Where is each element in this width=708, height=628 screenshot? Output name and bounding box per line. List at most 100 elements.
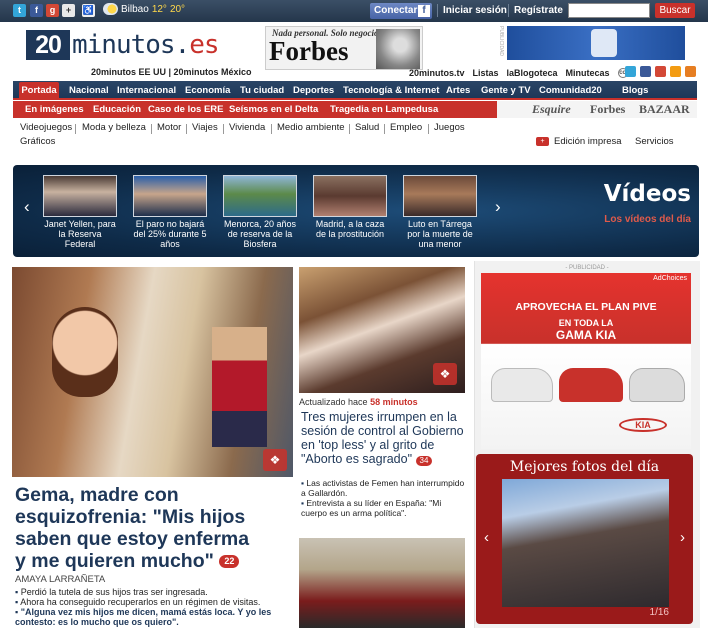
ad-line: EN TODA LA [558, 318, 614, 328]
connect-button[interactable]: Conectar f [370, 3, 432, 19]
feed-icon[interactable] [685, 66, 696, 77]
photo-of-the-day[interactable] [502, 479, 669, 607]
nav-gente-tv[interactable]: Gente y TV [481, 85, 531, 96]
gallery-icon[interactable]: ❖ [433, 363, 457, 385]
plus-icon[interactable]: + [62, 4, 75, 17]
chevron-left-icon[interactable]: ‹ [484, 529, 489, 546]
section-juegos[interactable]: Juegos [434, 122, 465, 133]
best-photos-widget: Mejores fotos del día ‹ › 1/16 [476, 454, 693, 624]
gallery-icon[interactable]: ❖ [263, 449, 287, 471]
chevron-left-icon[interactable]: ‹ [24, 197, 30, 217]
videos-strip: ‹ Janet Yellen, para la Reserva Federal … [13, 165, 699, 257]
topic-educacion[interactable]: Educación [93, 104, 141, 115]
chevron-right-icon[interactable]: › [680, 529, 685, 546]
nav-internacional[interactable]: Internacional [117, 85, 176, 96]
mid-headline[interactable]: Tres mujeres irrumpen en la sesión de co… [301, 410, 464, 466]
video-item[interactable]: El paro no bajará del 25% durante 5 años [133, 175, 207, 249]
twitter-icon[interactable]: t [13, 4, 26, 17]
search-button[interactable]: Buscar [655, 3, 695, 18]
car-image [491, 368, 553, 402]
video-thumbnail [403, 175, 477, 217]
video-item[interactable]: Janet Yellen, para la Reserva Federal [43, 175, 117, 249]
link-lablogoteca[interactable]: laBlogoteca [507, 68, 558, 78]
link-listas[interactable]: Listas [473, 68, 499, 78]
lead-headline[interactable]: Gema, madre con esquizofrenia: "Mis hijo… [15, 484, 265, 572]
comment-count-badge[interactable]: 34 [415, 456, 433, 466]
main-nav: Portada Nacional Internacional Economía … [13, 81, 697, 100]
car-image [559, 368, 623, 402]
section-vivienda[interactable]: Vivienda [229, 122, 265, 133]
search-input[interactable] [568, 3, 650, 18]
forbes-ad[interactable]: Nada personal. Solo negocios Forbes [265, 26, 423, 70]
section-medio-ambiente[interactable]: Medio ambiente [277, 122, 345, 133]
connect-label: Conectar [374, 5, 418, 16]
edition-links[interactable]: 20minutos EE UU | 20minutos México [91, 67, 252, 77]
section-salud[interactable]: Salud [355, 122, 379, 133]
register-link[interactable]: Regístrate [514, 5, 563, 16]
services-link[interactable]: Servicios [635, 136, 674, 147]
weather-widget[interactable]: Bilbao 12° 20° [103, 3, 185, 15]
link-minutecas[interactable]: Minutecas [566, 68, 610, 78]
google-plus-icon[interactable]: g [46, 4, 59, 17]
section-moda[interactable]: Moda y belleza [82, 122, 146, 133]
section-motor[interactable]: Motor [157, 122, 181, 133]
lead-story-image[interactable]: ❖ [12, 267, 293, 477]
photo-subject [52, 307, 118, 397]
mid-story-image[interactable]: ❖ [299, 267, 465, 393]
ad-label: - PUBLICIDAD - [565, 265, 609, 271]
facebook-icon[interactable] [640, 66, 651, 77]
nav-tecnologia[interactable]: Tecnología & Internet [343, 85, 439, 96]
nav-tu-ciudad[interactable]: Tu ciudad [240, 85, 284, 96]
accessibility-icon[interactable]: ♿ [82, 4, 95, 17]
brand-esquire[interactable]: Esquire [532, 102, 571, 117]
section-videojuegos[interactable]: Videojuegos [20, 122, 72, 133]
rss-icon[interactable] [670, 66, 681, 77]
twitter-icon[interactable] [625, 66, 636, 77]
nav-nacional[interactable]: Nacional [69, 85, 109, 96]
mid-bullet[interactable]: Las activistas de Femen han interrumpido… [301, 478, 466, 498]
ad-choices-link[interactable]: AdChoices [653, 275, 687, 282]
nav-portada[interactable]: Portada [19, 82, 59, 100]
mid-bullet[interactable]: Entrevista a su líder en España: "Mi cue… [301, 498, 466, 518]
google-plus-icon[interactable] [655, 66, 666, 77]
nav-deportes[interactable]: Deportes [293, 85, 334, 96]
videos-title[interactable]: Vídeos [604, 181, 691, 207]
brand-forbes[interactable]: Forbes [590, 102, 625, 117]
lead-author: Amaya Larrañeta [15, 574, 106, 585]
facebook-icon[interactable]: f [30, 4, 43, 17]
nav-economia[interactable]: Economía [185, 85, 230, 96]
site-logo[interactable]: 20 minutos.es [26, 30, 220, 60]
video-item[interactable]: Madrid, a la caza de la prostitución [313, 175, 387, 239]
videos-subtitle: Los vídeos del día [604, 214, 691, 225]
print-edition-link[interactable]: + Edición impresa [536, 136, 622, 147]
comment-count-badge[interactable]: 22 [219, 555, 240, 569]
nav-blogs[interactable]: Blogs [622, 85, 648, 96]
kia-logo: KIA [619, 418, 667, 432]
nav-comunidad20[interactable]: Comunidad20 [539, 85, 602, 96]
login-link[interactable]: Iniciar sesión [443, 5, 507, 16]
section-viajes[interactable]: Viajes [192, 122, 218, 133]
section-graficos[interactable]: Gráficos [20, 136, 55, 147]
section-empleo[interactable]: Empleo [390, 122, 422, 133]
topic-lampedusa[interactable]: Tragedia en Lampedusa [330, 104, 438, 115]
second-story-image[interactable] [299, 538, 465, 628]
photos-title[interactable]: Mejores fotos del día [476, 459, 693, 475]
video-item[interactable]: Menorca, 20 años de reserva de la Biosfe… [223, 175, 297, 249]
video-item[interactable]: Luto en Tárrega por la muerte de una men… [403, 175, 477, 249]
updated-time: Actualizado hace 58 minutos [299, 397, 418, 407]
topic-seismos[interactable]: Seísmos en el Delta [229, 104, 318, 115]
link-20minutos-tv[interactable]: 20minutos.tv [409, 68, 465, 78]
car-image [629, 368, 685, 402]
topic-en-imagenes[interactable]: En imágenes [25, 104, 84, 115]
print-edition-label: Edición impresa [554, 136, 622, 147]
kia-ad[interactable]: AdChoices APROVECHA EL PLAN PIVE EN TODA… [481, 273, 691, 449]
chevron-right-icon[interactable]: › [495, 197, 501, 217]
brand-links: Esquire Forbes BAZAAR [497, 101, 697, 118]
facebook-like-ad[interactable] [507, 26, 685, 60]
lead-bullet[interactable]: "Alguna vez mis hijos me dicen, mamá est… [15, 607, 280, 627]
brand-bazaar[interactable]: BAZAAR [639, 102, 690, 117]
video-thumbnail [133, 175, 207, 217]
topic-ere[interactable]: Caso de los ERE [148, 104, 224, 115]
video-thumbnail [43, 175, 117, 217]
nav-artes[interactable]: Artes [446, 85, 470, 96]
